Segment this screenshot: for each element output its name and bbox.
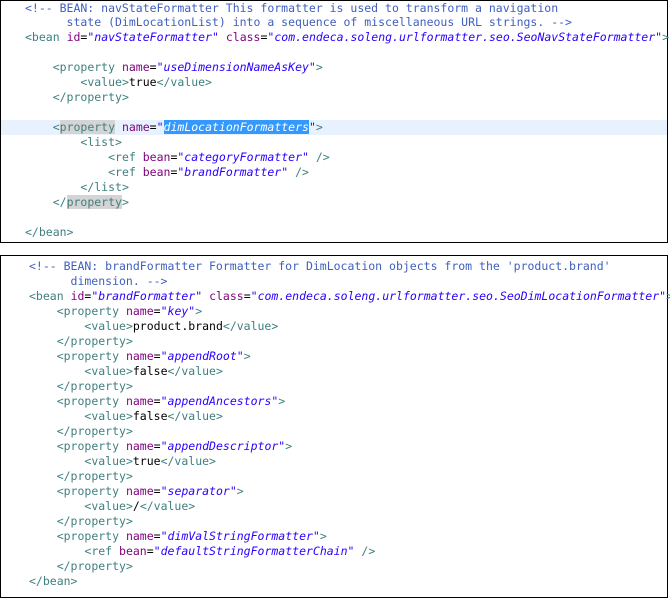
code-line: state (DimLocationList) into a sequence … [25,15,667,30]
code-line: </property> [56,334,133,348]
occurrence-mark: property [59,120,116,134]
text-selection: dimLocationFormatters [163,120,309,134]
code-line: <property name="useDimensionNameAsKey"> [52,60,323,74]
code-line: <value>product.brand</value> [84,319,279,333]
code-line: <property name="appendAncestors"> [56,394,286,408]
xml-comment: <!-- BEAN: navStateFormatter This format… [25,1,559,15]
code-line: <property name="appendDescriptor"> [56,439,293,453]
code-line: </property> [56,469,133,483]
code-line: </property> [52,90,129,104]
code-line: <value>false</value> [84,364,223,378]
xml-editor-pane-nav-state-formatter[interactable]: <!-- BEAN: navStateFormatter This format… [0,0,670,243]
code-line: <property name="separator"> [56,484,244,498]
code-line: </property> [52,195,129,209]
occurrence-mark: property [66,195,122,209]
code-line: </property> [56,424,133,438]
code-line: <bean id="brandFormatter" class="com.end… [29,289,670,303]
code-line: <ref bean="brandFormatter" /> [108,165,309,179]
code-line: </bean> [29,574,78,588]
code-line: <ref bean="categoryFormatter" /> [108,150,330,164]
code-line: <property name="appendRoot"> [56,349,251,363]
code-line: <list> [80,135,122,149]
code-line-current[interactable]: <property name="dimLocationFormatters"> [1,120,667,135]
code-line: </property> [56,379,133,393]
code-line: <ref bean="defaultStringFormatterChain" … [84,544,376,558]
xml-comment: state (DimLocationList) into a sequence … [25,15,572,29]
code-line: </property> [56,514,133,528]
code-line: <value>true</value> [80,75,212,89]
code-line: <value>false</value> [84,409,223,423]
code-line: </bean> [25,225,74,239]
xml-comment: dimension. --> [29,274,168,288]
code-line: <property name="dimValStringFormatter"> [56,529,327,543]
code-line: </list> [80,180,129,194]
code-line: </property> [56,559,133,573]
code-line: <property name="key"> [56,304,203,318]
xml-comment: <!-- BEAN: brandFormatter Formatter for … [29,259,611,273]
code-line: <value>true</value> [84,454,216,468]
code-line: <!-- BEAN: navStateFormatter This format… [25,1,667,16]
code-line: <value>/</value> [84,499,196,513]
code-line: <!-- BEAN: brandFormatter Formatter for … [29,259,667,274]
code-line: dimension. --> [29,274,667,289]
code-line: <bean id="navStateFormatter" class="com.… [25,30,670,44]
xml-editor-pane-brand-formatter[interactable]: <!-- BEAN: brandFormatter Formatter for … [0,255,670,598]
